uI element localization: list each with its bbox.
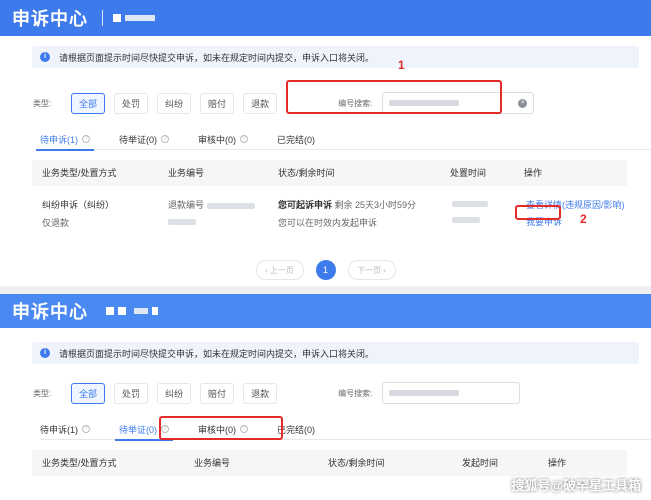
redacted-shop-name-2: [125, 15, 155, 21]
redacted-shop-name-4: [152, 307, 158, 315]
tab-label: 待申诉(1): [40, 424, 78, 435]
type-chip-compensation[interactable]: 赔付: [200, 382, 235, 404]
type-text: 纠纷申诉（纠纷）: [42, 200, 115, 210]
tab-pending-appeal[interactable]: 待申诉(1)?: [40, 418, 90, 440]
app-header: 申诉中心: [0, 0, 651, 36]
pagination: ‹ 上一页 1 下一页 ›: [0, 260, 651, 280]
prev-page-button[interactable]: ‹ 上一页: [255, 260, 304, 280]
notice-text: 请根据页面提示时间尽快提交申诉，如未在规定时间内提交，申诉入口将关闭。: [59, 348, 375, 359]
page-title: 申诉中心: [12, 9, 88, 29]
type-label: 类型:: [33, 388, 52, 398]
type-chip-penalty[interactable]: 处罚: [114, 382, 149, 404]
time-cell: [452, 198, 488, 224]
redacted-id-2: [168, 218, 196, 225]
tab-completed[interactable]: 已完结(0): [277, 128, 315, 150]
page-1-button[interactable]: 1: [315, 260, 336, 280]
col-start-time: 发起时间: [462, 458, 499, 468]
type-chip-dispute[interactable]: 纠纷: [157, 382, 192, 404]
highlight-box-appeal: [515, 205, 561, 220]
type-label: 类型:: [33, 98, 52, 108]
tab-label: 已完结(0): [277, 134, 315, 145]
type-chip-penalty[interactable]: 处罚: [114, 92, 149, 114]
redacted-date: [452, 200, 488, 207]
tab-label: 待举证(0): [119, 134, 157, 145]
type-chip-refund[interactable]: 退款: [243, 382, 278, 404]
notice-banner: i 请根据页面提示时间尽快提交申诉，如未在规定时间内提交，申诉入口将关闭。: [32, 342, 639, 364]
screenshot-panel-bottom: 申诉中心 i 请根据页面提示时间尽快提交申诉，如未在规定时间内提交，申诉入口将关…: [0, 294, 651, 500]
col-type: 业务类型/处置方式: [42, 458, 117, 468]
status-note: 您可以在时效内发起申诉: [278, 218, 378, 228]
app-header: 申诉中心: [0, 294, 651, 328]
help-icon[interactable]: ?: [82, 425, 90, 433]
filter-row: 类型: 全部 处罚 纠纷 赔付 退款 编号搜索:: [33, 382, 651, 404]
redacted-id: [206, 202, 255, 209]
help-icon[interactable]: ?: [82, 135, 90, 143]
table-header: 业务类型/处置方式 业务编号 状态/剩余时间 发起时间 操作: [32, 450, 627, 476]
type-cell: 纠纷申诉（纠纷） 仅退款: [42, 198, 114, 229]
annotation-2: 2: [580, 212, 587, 226]
watermark: 搜狐号@破罕星工具箱: [511, 478, 641, 493]
remaining-time: 剩余 25天3小时59分: [334, 200, 417, 210]
col-id: 业务编号: [194, 458, 231, 468]
screenshot-panel-top: 申诉中心 i 请根据页面提示时间尽快提交申诉，如未在规定时间内提交，申诉入口将关…: [0, 0, 651, 286]
tab-under-review[interactable]: 审核中(0)?: [198, 128, 248, 150]
col-id: 业务编号: [168, 168, 205, 178]
help-icon[interactable]: ?: [161, 135, 169, 143]
type-chip-all[interactable]: 全部: [71, 382, 106, 404]
id-cell: 退款编号: [168, 198, 255, 226]
search-input[interactable]: [382, 382, 521, 404]
type-chip-all[interactable]: 全部: [71, 92, 106, 114]
tab-label: 待举证(0): [119, 424, 157, 435]
id-prefix: 退款编号: [168, 200, 205, 210]
info-icon: i: [40, 348, 50, 358]
col-status: 状态/剩余时间: [278, 168, 335, 178]
info-icon: i: [40, 52, 50, 62]
redacted-shop-name-2: [118, 307, 126, 315]
help-icon[interactable]: ?: [240, 135, 248, 143]
status-tabs: 待申诉(1)? 待举证(0)? 审核中(0)? 已完结(0): [36, 128, 651, 151]
type-chip-dispute[interactable]: 纠纷: [157, 92, 192, 114]
highlight-box-search: [286, 80, 502, 114]
type-chip-refund[interactable]: 退款: [243, 92, 278, 114]
header-divider: [102, 10, 103, 26]
redacted-search-value: [389, 390, 460, 396]
next-page-button[interactable]: 下一页 ›: [347, 260, 396, 280]
tab-pending-evidence[interactable]: 待举证(0)?: [119, 128, 169, 150]
redacted-shop-name: [113, 14, 121, 22]
redacted-time: [452, 216, 480, 223]
clear-icon[interactable]: ×: [518, 98, 528, 108]
method-text: 仅退款: [42, 218, 70, 228]
status-text: 您可起诉申诉: [278, 200, 333, 210]
redacted-shop-name-3: [134, 308, 148, 314]
tab-label: 审核中(0): [198, 134, 236, 145]
col-time: 处置时间: [450, 168, 487, 178]
status-cell: 您可起诉申诉 剩余 25天3小时59分 您可以在时效内发起申诉: [278, 198, 416, 229]
notice-banner: i 请根据页面提示时间尽快提交申诉，如未在规定时间内提交，申诉入口将关闭。: [32, 46, 639, 68]
search-label: 编号搜索:: [338, 388, 373, 398]
col-action: 操作: [548, 458, 567, 468]
redacted-shop-name: [106, 307, 114, 315]
highlight-box-tabs: [159, 416, 283, 440]
tab-label: 待申诉(1): [40, 134, 78, 145]
status-tabs: 待申诉(1)? 待举证(0)? 审核中(0)? 已完结(0): [40, 418, 651, 441]
next-label: 下一页: [357, 265, 382, 275]
col-type: 业务类型/处置方式: [42, 168, 117, 178]
annotation-1: 1: [398, 58, 405, 72]
type-chip-compensation[interactable]: 赔付: [200, 92, 235, 114]
col-status: 状态/剩余时间: [328, 458, 385, 468]
table-header: 业务类型/处置方式 业务编号 状态/剩余时间 处置时间 操作: [32, 160, 627, 186]
tab-pending-appeal[interactable]: 待申诉(1)?: [36, 128, 94, 151]
notice-text: 请根据页面提示时间尽快提交申诉，如未在规定时间内提交，申诉入口将关闭。: [59, 52, 375, 63]
col-action: 操作: [524, 168, 543, 178]
page-title: 申诉中心: [12, 302, 88, 322]
prev-label: 上一页: [269, 265, 294, 275]
